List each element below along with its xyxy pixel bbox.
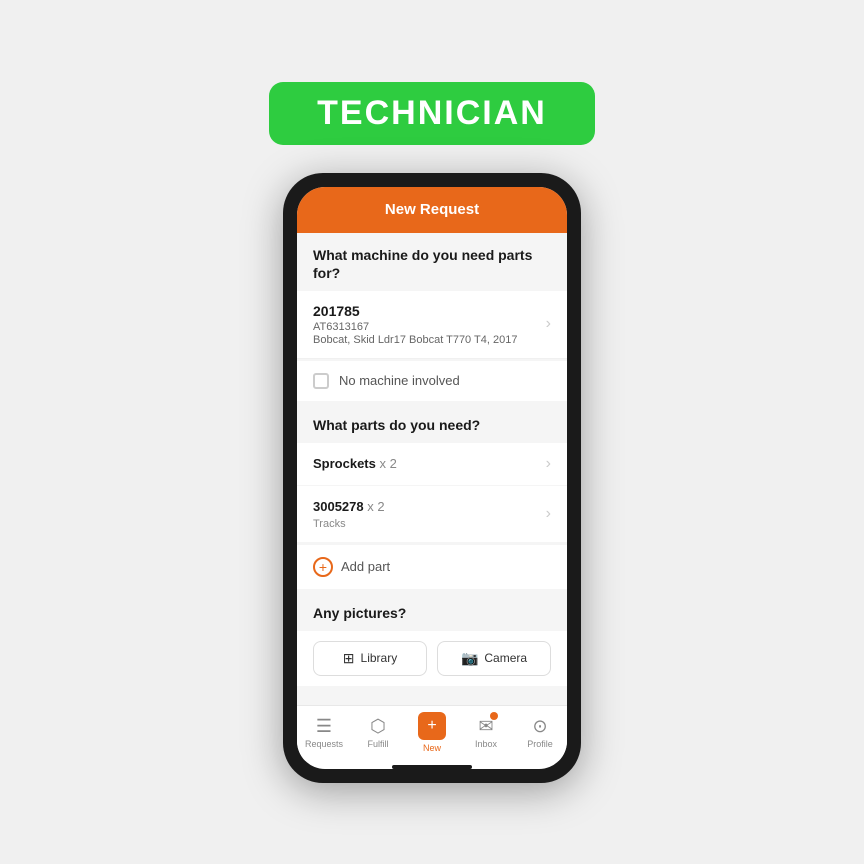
app-header-title: New Request bbox=[385, 201, 479, 218]
nav-label-inbox: Inbox bbox=[475, 739, 497, 749]
phone-screen: New Request What machine do you need par… bbox=[297, 187, 567, 769]
library-button[interactable]: ⊞ Library bbox=[313, 641, 427, 676]
pictures-question: Any pictures? bbox=[313, 605, 406, 621]
part-sub-tracks: Tracks bbox=[313, 518, 385, 530]
page-wrapper: TECHNICIAN New Request What machine do y… bbox=[0, 0, 864, 864]
machine-info: 201785 AT6313167 Bobcat, Skid Ldr17 Bobc… bbox=[313, 303, 517, 346]
no-machine-row[interactable]: No machine involved bbox=[297, 361, 567, 401]
profile-icon: ⊙ bbox=[532, 716, 547, 737]
nav-label-requests: Requests bbox=[305, 739, 343, 749]
pictures-buttons: ⊞ Library 📷 Camera bbox=[297, 631, 567, 686]
camera-icon: 📷 bbox=[461, 650, 478, 667]
inbox-icon-wrap: ✉ bbox=[478, 716, 493, 737]
app-content[interactable]: What machine do you need parts for? 2017… bbox=[297, 233, 567, 705]
machine-card-wrapper: 201785 AT6313167 Bobcat, Skid Ldr17 Bobc… bbox=[297, 291, 567, 359]
add-part-label: Add part bbox=[341, 559, 390, 574]
part-row-sprockets[interactable]: Sprockets x 2 › bbox=[297, 443, 567, 486]
add-part-icon: + bbox=[313, 557, 333, 577]
machine-serial: AT6313167 bbox=[313, 321, 517, 333]
bottom-nav: ☰ Requests ⬡ Fulfill + New bbox=[297, 705, 567, 761]
chevron-right-icon-tracks: › bbox=[546, 505, 551, 523]
parts-section-header: What parts do you need? bbox=[297, 403, 567, 443]
part-row-tracks[interactable]: 3005278 x 2 Tracks › bbox=[297, 486, 567, 543]
phone-device: New Request What machine do you need par… bbox=[283, 173, 581, 783]
machine-id: 201785 bbox=[313, 303, 517, 319]
new-icon: + bbox=[418, 712, 446, 740]
part-name-sprockets: Sprockets x 2 bbox=[313, 455, 397, 473]
nav-item-new[interactable]: + New bbox=[405, 712, 459, 753]
no-machine-checkbox[interactable] bbox=[313, 373, 329, 389]
library-label: Library bbox=[361, 651, 398, 665]
title-badge-text: TECHNICIAN bbox=[317, 94, 547, 132]
nav-item-profile[interactable]: ⊙ Profile bbox=[513, 716, 567, 749]
chevron-right-icon: › bbox=[546, 315, 551, 333]
nav-label-fulfill: Fulfill bbox=[367, 739, 388, 749]
parts-card-wrapper: Sprockets x 2 › 3005278 x 2 Tracks bbox=[297, 443, 567, 543]
part-id-qty-tracks: 3005278 x 2 bbox=[313, 498, 385, 516]
part-info-sprockets: Sprockets x 2 bbox=[313, 455, 397, 473]
add-part-row[interactable]: + Add part bbox=[297, 545, 567, 589]
machine-question: What machine do you need parts for? bbox=[313, 247, 532, 281]
fulfill-icon: ⬡ bbox=[370, 716, 386, 737]
location-section-header: What location is it for? Auto-filled bbox=[297, 688, 567, 705]
nav-item-fulfill[interactable]: ⬡ Fulfill bbox=[351, 716, 405, 749]
home-indicator bbox=[392, 765, 472, 769]
camera-label: Camera bbox=[484, 651, 527, 665]
app-header: New Request bbox=[297, 187, 567, 233]
nav-item-requests[interactable]: ☰ Requests bbox=[297, 716, 351, 749]
nav-label-profile: Profile bbox=[527, 739, 553, 749]
pictures-section-header: Any pictures? bbox=[297, 591, 567, 631]
no-machine-label: No machine involved bbox=[339, 373, 460, 388]
chevron-right-icon-sprockets: › bbox=[546, 455, 551, 473]
library-icon: ⊞ bbox=[343, 650, 355, 667]
machine-desc: Bobcat, Skid Ldr17 Bobcat T770 T4, 2017 bbox=[313, 334, 517, 346]
part-info-tracks: 3005278 x 2 Tracks bbox=[313, 498, 385, 530]
parts-question: What parts do you need? bbox=[313, 417, 480, 433]
machine-section-header: What machine do you need parts for? bbox=[297, 233, 567, 291]
camera-button[interactable]: 📷 Camera bbox=[437, 641, 551, 676]
inbox-notification-badge bbox=[490, 712, 498, 720]
requests-icon: ☰ bbox=[316, 716, 332, 737]
title-badge: TECHNICIAN bbox=[269, 82, 595, 145]
machine-card[interactable]: 201785 AT6313167 Bobcat, Skid Ldr17 Bobc… bbox=[297, 291, 567, 359]
nav-label-new: New bbox=[423, 743, 441, 753]
new-plus-icon: + bbox=[427, 717, 436, 735]
nav-item-inbox[interactable]: ✉ Inbox bbox=[459, 716, 513, 749]
